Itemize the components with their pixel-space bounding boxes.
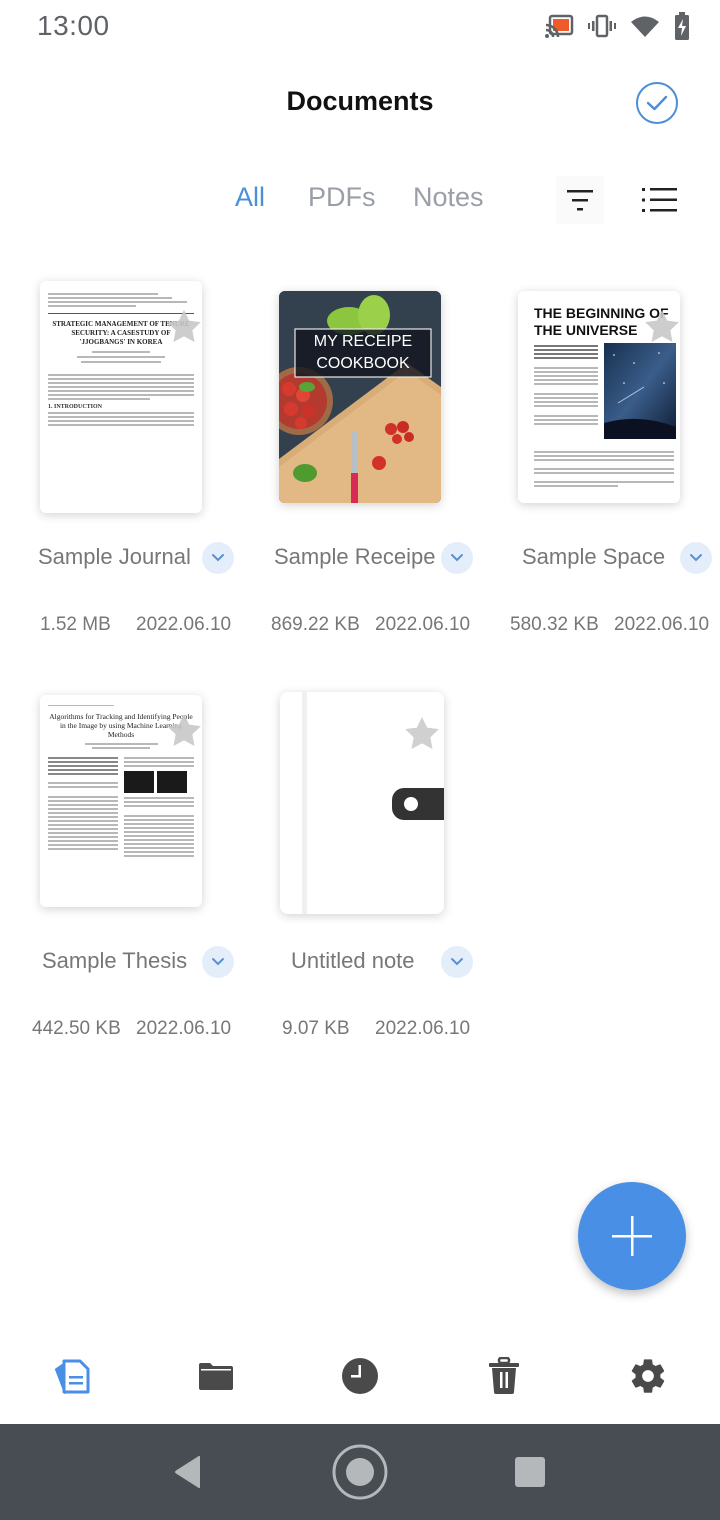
battery-charging-icon: [675, 12, 689, 40]
home-icon: [332, 1444, 388, 1500]
magazine-footer-text: [534, 449, 674, 489]
home-button[interactable]: [330, 1442, 390, 1502]
document-name[interactable]: Sample Thesis: [42, 948, 187, 974]
check-circle-icon: [646, 95, 668, 111]
page-title: Documents: [286, 86, 434, 116]
favorite-star-icon[interactable]: [164, 711, 202, 751]
add-document-button[interactable]: [578, 1182, 686, 1290]
recents-button[interactable]: [500, 1442, 560, 1502]
favorite-star-icon[interactable]: [164, 307, 202, 347]
list-view-icon: [642, 188, 677, 212]
filter-row: All PDFs Notes: [0, 168, 720, 232]
cookbook-cover-image: [279, 291, 441, 503]
document-size: 1.52 MB: [40, 614, 111, 635]
chevron-down-icon: [690, 554, 702, 562]
cookbook-title-line2: COOKBOOK: [316, 355, 410, 372]
document-thumbnail[interactable]: THE BEGINNING OF THE UNIVERSE: [518, 291, 680, 503]
document-date: 2022.06.10: [136, 1018, 232, 1039]
tab-pdfs[interactable]: PDFs: [308, 182, 376, 213]
favorite-star-icon[interactable]: [402, 714, 442, 754]
folder-icon: [199, 1363, 233, 1390]
notebook-clasp: [392, 788, 444, 820]
document-thumbnail[interactable]: STRATEGIC MANAGEMENT OF TENURE SECURITY:…: [40, 281, 202, 513]
document-size: 580.32 KB: [510, 614, 599, 635]
trash-icon: [489, 1357, 519, 1394]
view-mode-button[interactable]: [636, 176, 684, 224]
clock-icon: [342, 1358, 378, 1394]
document-options-button[interactable]: [441, 946, 473, 978]
document-thumbnail[interactable]: MY RECEIPE COOKBOOK: [279, 291, 441, 503]
document-size: 869.22 KB: [271, 614, 360, 635]
document-size: 442.50 KB: [32, 1018, 121, 1039]
sort-button[interactable]: [556, 176, 604, 224]
app-header: Documents: [0, 72, 720, 138]
back-button[interactable]: [158, 1442, 218, 1502]
document-name[interactable]: Sample Space: [522, 544, 665, 570]
documents-icon: [54, 1359, 90, 1394]
nav-documents[interactable]: [44, 1340, 100, 1412]
cookbook-title-line1: MY RECEIPE: [313, 333, 413, 350]
sort-filter-icon: [567, 190, 593, 211]
favorite-star-icon[interactable]: [642, 307, 680, 347]
document-name[interactable]: Sample Journal: [38, 544, 191, 570]
document-date: 2022.06.10: [375, 614, 471, 635]
chevron-down-icon: [451, 554, 463, 562]
cast-icon: [545, 14, 574, 38]
bottom-navigation: [0, 1340, 720, 1412]
journal-section: 1. INTRODUCTION: [48, 404, 103, 410]
document-size: 9.07 KB: [282, 1018, 350, 1039]
document-date: 2022.06.10: [136, 614, 232, 635]
document-name[interactable]: Sample Receipe: [274, 544, 435, 570]
nav-folders[interactable]: [188, 1340, 244, 1412]
select-mode-button[interactable]: [636, 82, 678, 124]
cookbook-title: MY RECEIPE COOKBOOK: [295, 331, 431, 375]
magazine-body-text: [534, 343, 598, 427]
chevron-down-icon: [451, 958, 463, 966]
document-thumbnail[interactable]: Algorithms for Tracking and Identifying …: [40, 695, 202, 907]
document-options-button[interactable]: [441, 542, 473, 574]
document-options-button[interactable]: [680, 542, 712, 574]
milky-way-image: [604, 343, 676, 439]
tab-all[interactable]: All: [235, 182, 265, 213]
recents-icon: [515, 1457, 545, 1487]
wifi-icon: [631, 16, 659, 37]
status-icons: [544, 12, 690, 40]
plus-icon: [612, 1216, 652, 1256]
gear-icon: [631, 1359, 665, 1393]
status-time: 13:00: [37, 10, 110, 41]
document-date: 2022.06.10: [375, 1018, 471, 1039]
vibrate-icon: [588, 14, 616, 38]
journal-page: STRATEGIC MANAGEMENT OF TENURE SECURITY:…: [40, 281, 202, 438]
nav-settings[interactable]: [620, 1340, 676, 1412]
document-options-button[interactable]: [202, 542, 234, 574]
status-bar: 13:00: [0, 0, 720, 56]
nav-trash[interactable]: [476, 1340, 532, 1412]
chevron-down-icon: [212, 958, 224, 966]
document-options-button[interactable]: [202, 946, 234, 978]
tab-notes[interactable]: Notes: [413, 182, 484, 213]
system-navigation-bar: [0, 1424, 720, 1520]
document-name[interactable]: Untitled note: [291, 948, 415, 974]
document-thumbnail[interactable]: [280, 692, 444, 914]
notebook-spine: [302, 692, 307, 914]
nav-recent[interactable]: [332, 1340, 388, 1412]
document-date: 2022.06.10: [614, 614, 710, 635]
back-icon: [175, 1455, 200, 1489]
chevron-down-icon: [212, 554, 224, 562]
thesis-figure: [124, 771, 194, 793]
